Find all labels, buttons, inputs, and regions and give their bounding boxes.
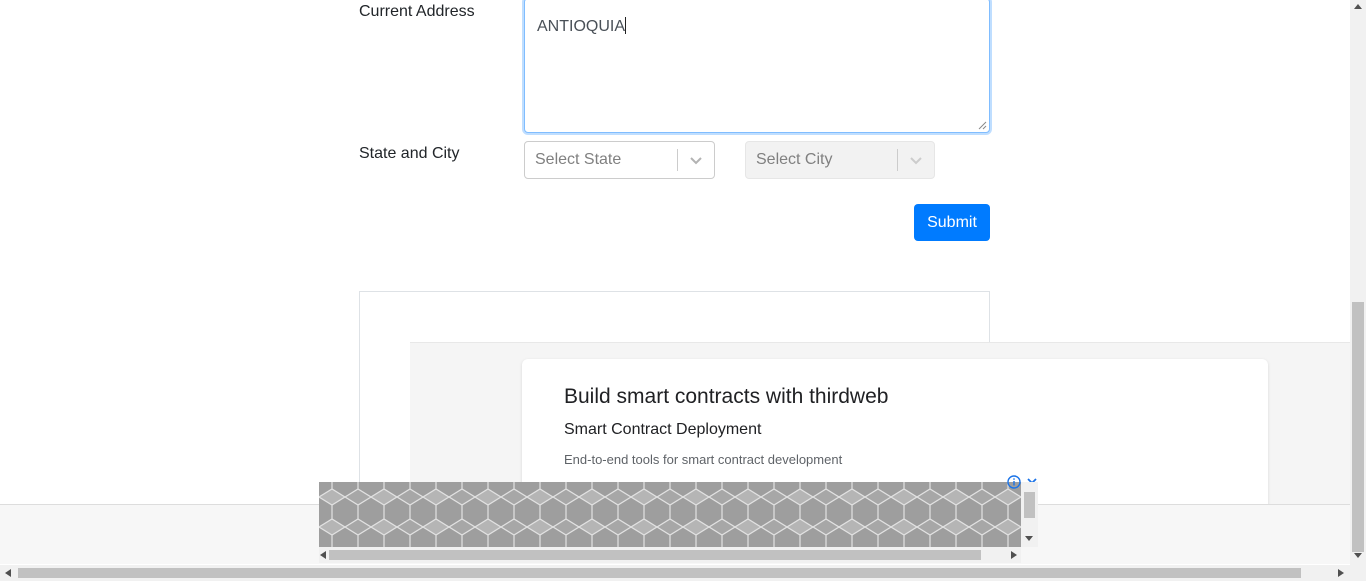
banner-horizontal-scrollbar[interactable] <box>319 547 1021 563</box>
city-select-placeholder: Select City <box>756 151 833 168</box>
scroll-down-arrow-icon[interactable] <box>1354 553 1362 559</box>
state-select-placeholder: Select State <box>535 151 622 168</box>
info-icon[interactable] <box>1007 475 1021 489</box>
scroll-right-arrow-icon[interactable] <box>1338 569 1344 577</box>
ad-description[interactable]: End-to-end tools for smart contract deve… <box>564 452 842 467</box>
banner-ad[interactable] <box>319 482 1021 547</box>
scroll-up-arrow-icon[interactable] <box>1354 4 1362 10</box>
banner-vertical-scrollbar[interactable] <box>1021 482 1038 547</box>
scroll-down-arrow-icon[interactable] <box>1025 536 1033 542</box>
submit-button[interactable]: Submit <box>914 204 990 241</box>
city-select[interactable]: Select City <box>745 141 935 179</box>
page-horizontal-scrollbar[interactable] <box>0 565 1366 581</box>
current-address-textarea[interactable]: ANTIOQUIA <box>524 0 990 133</box>
ad-subtitle[interactable]: Smart Contract Deployment <box>564 421 761 439</box>
current-address-label: Current Address <box>359 3 475 20</box>
scroll-right-arrow-icon[interactable] <box>1011 551 1017 559</box>
banner-pattern <box>319 482 1021 547</box>
current-address-value: ANTIOQUIA <box>537 18 626 35</box>
scroll-left-arrow-icon[interactable] <box>5 569 11 577</box>
scroll-left-arrow-icon[interactable] <box>320 551 326 559</box>
state-select[interactable]: Select State <box>524 141 715 179</box>
state-city-label: State and City <box>359 145 460 162</box>
page-horizontal-scroll-thumb[interactable] <box>18 568 1301 578</box>
ad-title[interactable]: Build smart contracts with thirdweb <box>564 385 888 409</box>
page-vertical-scrollbar[interactable] <box>1350 0 1366 565</box>
banner-vertical-scroll-thumb[interactable] <box>1024 492 1035 518</box>
banner-horizontal-scroll-thumb[interactable] <box>329 550 981 560</box>
chevron-down-icon[interactable] <box>898 155 934 165</box>
resize-grip-icon[interactable] <box>978 121 987 130</box>
chevron-down-icon[interactable] <box>678 155 714 165</box>
text-caret <box>625 17 627 34</box>
page-vertical-scroll-thumb[interactable] <box>1352 302 1364 552</box>
